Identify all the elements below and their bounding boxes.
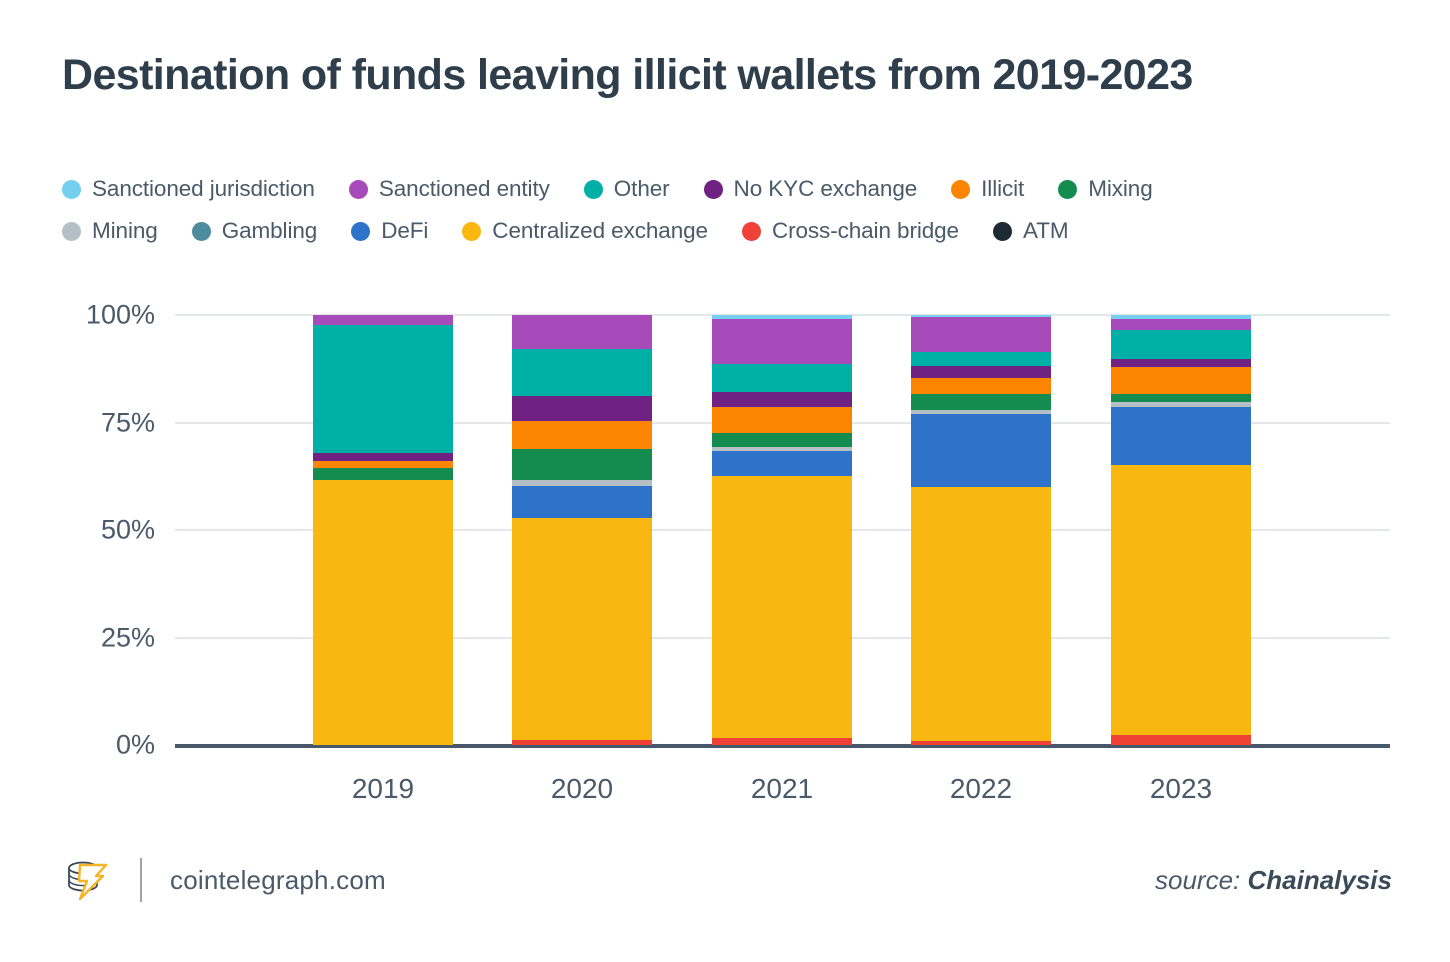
bar-segment-cross-chain-bridge[interactable] bbox=[712, 738, 852, 745]
bar-segment-defi[interactable] bbox=[911, 413, 1051, 487]
bar-segment-centralized-exchange[interactable] bbox=[1111, 465, 1251, 735]
footer: cointelegraph.com source: Chainalysis bbox=[62, 845, 1392, 915]
bar-segment-mixing[interactable] bbox=[911, 394, 1051, 410]
bar-segment-mixing[interactable] bbox=[712, 432, 852, 447]
bar-segment-mixing[interactable] bbox=[1111, 393, 1251, 403]
y-tick-label: 100% bbox=[85, 299, 155, 330]
bar-2023[interactable] bbox=[1111, 315, 1251, 745]
bar-segment-sanctioned-entity[interactable] bbox=[313, 315, 453, 325]
bar-segment-no-kyc-exchange[interactable] bbox=[313, 453, 453, 462]
bar-segment-no-kyc-exchange[interactable] bbox=[712, 392, 852, 408]
source-prefix: source: bbox=[1154, 864, 1241, 895]
bar-segment-illicit[interactable] bbox=[712, 407, 852, 433]
x-axis-label-2019: 2019 bbox=[351, 773, 415, 804]
bar-segment-centralized-exchange[interactable] bbox=[313, 480, 453, 745]
site-name: cointelegraph.com bbox=[170, 864, 386, 895]
bar-segment-defi[interactable] bbox=[512, 486, 652, 518]
y-tick-label: 50% bbox=[100, 514, 155, 545]
source-credit: source: Chainalysis bbox=[1155, 865, 1392, 896]
footer-divider bbox=[140, 858, 142, 902]
bar-segment-no-kyc-exchange[interactable] bbox=[1111, 358, 1251, 367]
y-tick-label: 0% bbox=[115, 729, 155, 760]
x-axis-label-2020: 2020 bbox=[550, 773, 614, 804]
bar-segment-other[interactable] bbox=[313, 324, 453, 453]
bar-segment-mixing[interactable] bbox=[512, 449, 652, 481]
bar-segment-other[interactable] bbox=[1111, 330, 1251, 359]
bar-2020[interactable] bbox=[512, 315, 652, 745]
source-name: Chainalysis bbox=[1247, 864, 1392, 895]
bar-segment-cross-chain-bridge[interactable] bbox=[1111, 734, 1251, 745]
y-tick-label: 75% bbox=[100, 407, 155, 437]
bar-segment-defi[interactable] bbox=[712, 450, 852, 477]
bar-segment-illicit[interactable] bbox=[911, 378, 1051, 395]
bar-segment-other[interactable] bbox=[512, 348, 652, 397]
bar-segment-other[interactable] bbox=[911, 351, 1051, 367]
cointelegraph-logo-icon bbox=[62, 855, 112, 905]
bar-segment-sanctioned-entity[interactable] bbox=[512, 315, 652, 349]
bar-2019[interactable] bbox=[313, 315, 453, 745]
bar-segment-centralized-exchange[interactable] bbox=[512, 517, 652, 740]
bar-segment-other[interactable] bbox=[712, 364, 852, 393]
bar-segment-no-kyc-exchange[interactable] bbox=[512, 396, 652, 422]
bar-segment-cross-chain-bridge[interactable] bbox=[911, 741, 1051, 745]
bar-segment-mixing[interactable] bbox=[313, 468, 453, 481]
bar-segment-sanctioned-entity[interactable] bbox=[1111, 318, 1251, 331]
chart-plot-area: 0% 25% 50% 75% 100% 2019 2020 2021 2022 2023 bbox=[0, 0, 1450, 962]
bar-segment-centralized-exchange[interactable] bbox=[911, 486, 1051, 742]
x-axis-label-2021: 2021 bbox=[750, 773, 814, 804]
bar-segment-defi[interactable] bbox=[1111, 407, 1251, 466]
bar-segment-centralized-exchange[interactable] bbox=[712, 476, 852, 739]
y-tick-label: 25% bbox=[100, 622, 155, 652]
bar-2022[interactable] bbox=[911, 315, 1051, 745]
bar-segment-sanctioned-entity[interactable] bbox=[911, 317, 1051, 352]
bar-segment-no-kyc-exchange[interactable] bbox=[911, 366, 1051, 379]
x-axis-label-2022: 2022 bbox=[949, 773, 1013, 804]
bar-segment-cross-chain-bridge[interactable] bbox=[512, 739, 652, 745]
bar-2021[interactable] bbox=[712, 315, 852, 745]
x-axis-label-2023: 2023 bbox=[1149, 773, 1213, 804]
bar-segment-illicit[interactable] bbox=[313, 461, 453, 469]
bar-segment-sanctioned-entity[interactable] bbox=[712, 318, 852, 365]
bar-segment-illicit[interactable] bbox=[512, 421, 652, 450]
bar-segment-illicit[interactable] bbox=[1111, 366, 1251, 394]
